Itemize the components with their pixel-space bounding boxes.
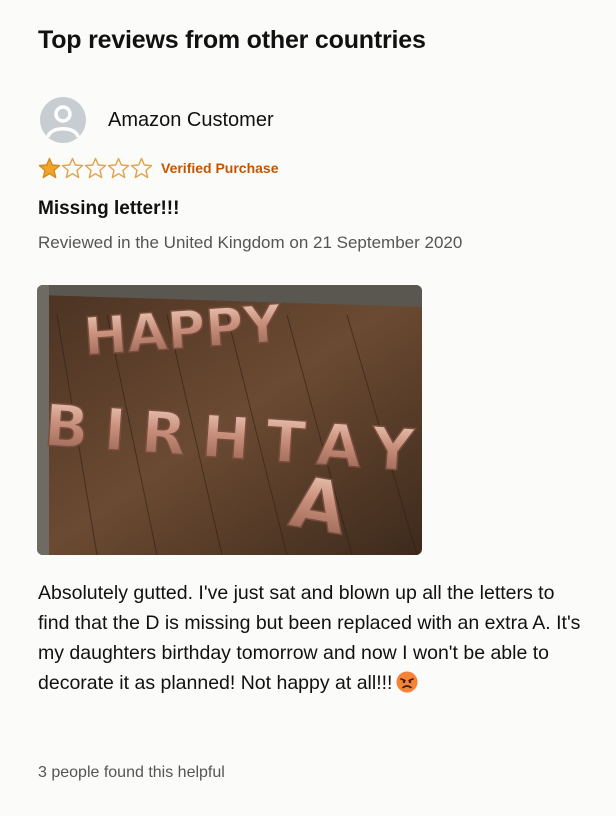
star-empty-icon: [107, 157, 130, 179]
section-title: Top reviews from other countries: [38, 26, 426, 54]
star-empty-icon: [84, 157, 107, 179]
star-empty-icon: [61, 157, 84, 179]
star-empty-icon: [130, 157, 153, 179]
helpful-count: 3 people found this helpful: [38, 764, 225, 781]
review-date: Reviewed in the United Kingdom on 21 Sep…: [38, 233, 463, 252]
avatar-icon: [40, 97, 86, 143]
balloon-photo-image: HAPPY BIRHTAY A: [37, 285, 422, 555]
reviewer-profile[interactable]: Amazon Customer: [40, 97, 274, 143]
angry-face-icon: [396, 671, 418, 693]
reviewer-name[interactable]: Amazon Customer: [108, 109, 274, 132]
star-filled-icon: [38, 157, 61, 179]
verified-purchase-badge[interactable]: Verified Purchase: [161, 160, 279, 176]
rating-row: Verified Purchase: [38, 157, 279, 179]
review-photo[interactable]: HAPPY BIRHTAY A: [37, 285, 422, 555]
review-text: Absolutely gutted. I've just sat and blo…: [38, 582, 581, 694]
review-body: Absolutely gutted. I've just sat and blo…: [38, 578, 588, 698]
review-title[interactable]: Missing letter!!!: [38, 198, 179, 220]
star-rating[interactable]: [38, 157, 153, 179]
